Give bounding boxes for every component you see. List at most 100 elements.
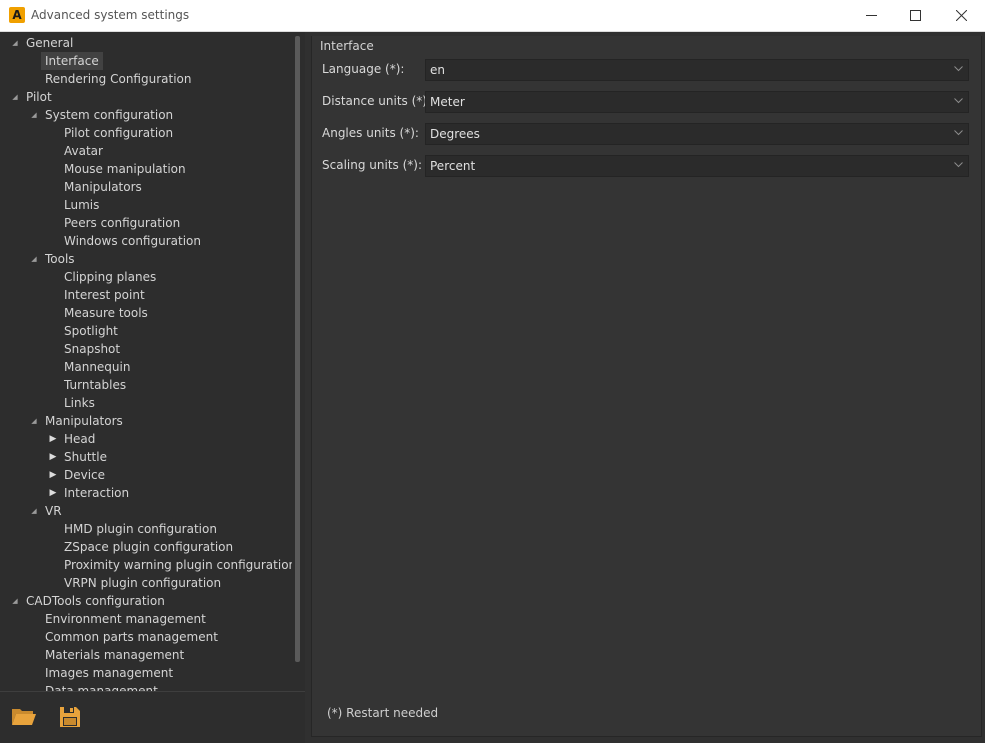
restart-needed-note: (*) Restart needed <box>327 706 439 720</box>
collapse-arrow-icon[interactable]: ◢ <box>10 34 20 52</box>
tree-item[interactable]: Materials management <box>41 646 188 664</box>
expand-arrow-icon[interactable]: ▶ <box>48 466 58 484</box>
collapse-arrow-icon[interactable]: ◢ <box>10 592 20 610</box>
tree-item-label: Manipulators <box>45 414 123 428</box>
tree-item-label: Avatar <box>64 144 103 158</box>
collapse-arrow-icon[interactable]: ◢ <box>29 250 39 268</box>
tree-item[interactable]: ▶ Shuttle <box>50 448 111 466</box>
tree-item[interactable]: Mannequin <box>60 358 134 376</box>
tree-item[interactable]: Spotlight <box>60 322 122 340</box>
window-title: Advanced system settings <box>31 8 190 22</box>
tree-item-label: Lumis <box>64 198 100 212</box>
tree-scrollbar-thumb[interactable] <box>295 36 300 662</box>
expand-arrow-icon[interactable]: ▶ <box>48 448 58 466</box>
tree-item-label: Common parts management <box>45 630 218 644</box>
tree-item-label: CADTools configuration <box>26 594 165 608</box>
collapse-arrow-icon[interactable]: ◢ <box>29 502 39 520</box>
expand-arrow-icon[interactable]: ▶ <box>48 430 58 448</box>
tree-item[interactable]: ◢ System configuration <box>31 106 177 124</box>
tree-item-label: Images management <box>45 666 174 680</box>
tree-item-label: HMD plugin configuration <box>64 522 217 536</box>
tree-item-label: Proximity warning plugin configuration <box>64 558 292 572</box>
tree-item-label: General <box>26 36 74 50</box>
tree-item-label: Interaction <box>64 486 130 500</box>
tree-item[interactable]: Avatar <box>60 142 107 160</box>
tree-item-label: Head <box>64 432 96 446</box>
tree-item[interactable]: Links <box>60 394 99 412</box>
tree-item[interactable]: Manipulators <box>60 178 146 196</box>
chevron-down-icon <box>954 66 963 72</box>
tree-item-label: Clipping planes <box>64 270 157 284</box>
tree-item[interactable]: Pilot configuration <box>60 124 177 142</box>
scaling-units-select[interactable]: Percent <box>425 155 969 177</box>
title-bar: A Advanced system settings <box>0 0 985 32</box>
collapse-arrow-icon[interactable]: ◢ <box>10 88 20 106</box>
tree-item[interactable]: Snapshot <box>60 340 124 358</box>
tree-item-label: Interest point <box>64 288 145 302</box>
tree-item-label: Interface <box>45 54 99 68</box>
tree-item[interactable]: ▶ Head <box>50 430 99 448</box>
tree-item[interactable]: Peers configuration <box>60 214 184 232</box>
tree-item[interactable]: Turntables <box>60 376 130 394</box>
collapse-arrow-icon[interactable]: ◢ <box>29 106 39 124</box>
tree-item[interactable]: ◢ General <box>12 34 77 52</box>
tree-item-label: Turntables <box>64 378 127 392</box>
tree-item-label: System configuration <box>45 108 174 122</box>
collapse-arrow-icon[interactable]: ◢ <box>29 412 39 430</box>
tree-item-label: Rendering Configuration <box>45 72 192 86</box>
tree-item-label: Mannequin <box>64 360 131 374</box>
tree-item[interactable]: Mouse manipulation <box>60 160 190 178</box>
language-label: Language (*): <box>322 62 405 76</box>
angles-units-label: Angles units (*): <box>322 126 419 140</box>
tree-item[interactable]: Lumis <box>60 196 103 214</box>
tree-item[interactable]: Environment management <box>41 610 210 628</box>
expand-arrow-icon[interactable]: ▶ <box>48 484 58 502</box>
scaling-units-row: Scaling units (*): Percent <box>312 155 981 177</box>
tree-item[interactable]: Rendering Configuration <box>41 70 195 88</box>
tree-item[interactable]: Interface <box>41 52 103 70</box>
tree-item[interactable]: Clipping planes <box>60 268 160 286</box>
tree-item-label: Manipulators <box>64 180 142 194</box>
section-title: Interface <box>320 39 374 53</box>
tree-item-label: Links <box>64 396 95 410</box>
tree-item[interactable]: Images management <box>41 664 177 682</box>
scaling-units-value: Percent <box>430 159 476 173</box>
save-button[interactable] <box>59 706 85 728</box>
tree-item-label: Device <box>64 468 106 482</box>
minimize-icon <box>866 15 877 16</box>
open-button[interactable] <box>11 706 37 728</box>
tree-item[interactable]: ◢ Tools <box>31 250 79 268</box>
tree-item[interactable]: ◢ Pilot <box>12 88 56 106</box>
language-select[interactable]: en <box>425 59 969 81</box>
distance-units-label: Distance units (*): <box>322 94 432 108</box>
tree-item-label: Pilot configuration <box>64 126 174 140</box>
minimize-button[interactable] <box>849 0 894 31</box>
tree-item[interactable]: Common parts management <box>41 628 222 646</box>
maximize-icon <box>910 10 921 21</box>
close-icon <box>956 10 967 21</box>
tree-item[interactable]: ◢ CADTools configuration <box>12 592 169 610</box>
chevron-down-icon <box>954 98 963 104</box>
maximize-button[interactable] <box>893 0 938 31</box>
tree-item[interactable]: ◢ Manipulators <box>31 412 127 430</box>
tree-item[interactable]: Windows configuration <box>60 232 205 250</box>
tree-item[interactable]: VRPN plugin configuration <box>60 574 225 592</box>
tree-item-label: ZSpace plugin configuration <box>64 540 234 554</box>
distance-units-value: Meter <box>430 95 465 109</box>
tree-item[interactable]: HMD plugin configuration <box>60 520 221 538</box>
tree-item[interactable]: Measure tools <box>60 304 152 322</box>
angles-units-select[interactable]: Degrees <box>425 123 969 145</box>
tree-item[interactable]: ZSpace plugin configuration <box>60 538 237 556</box>
tree-item[interactable]: Data management <box>41 682 162 691</box>
close-button[interactable] <box>939 0 984 31</box>
tree-item-label: VRPN plugin configuration <box>64 576 222 590</box>
tree-item-label: Spotlight <box>64 324 118 338</box>
tree-item[interactable]: ▶ Interaction <box>50 484 133 502</box>
tree-item[interactable]: Interest point <box>60 286 149 304</box>
tree-item[interactable]: ▶ Device <box>50 466 109 484</box>
distance-units-select[interactable]: Meter <box>425 91 969 113</box>
tree-item[interactable]: ◢ VR <box>31 502 66 520</box>
tree-item[interactable]: Proximity warning plugin configuration <box>60 556 292 574</box>
floppy-disk-icon <box>60 707 80 727</box>
settings-tree: ◢ General Interface Rendering Configuration… <box>0 32 292 691</box>
